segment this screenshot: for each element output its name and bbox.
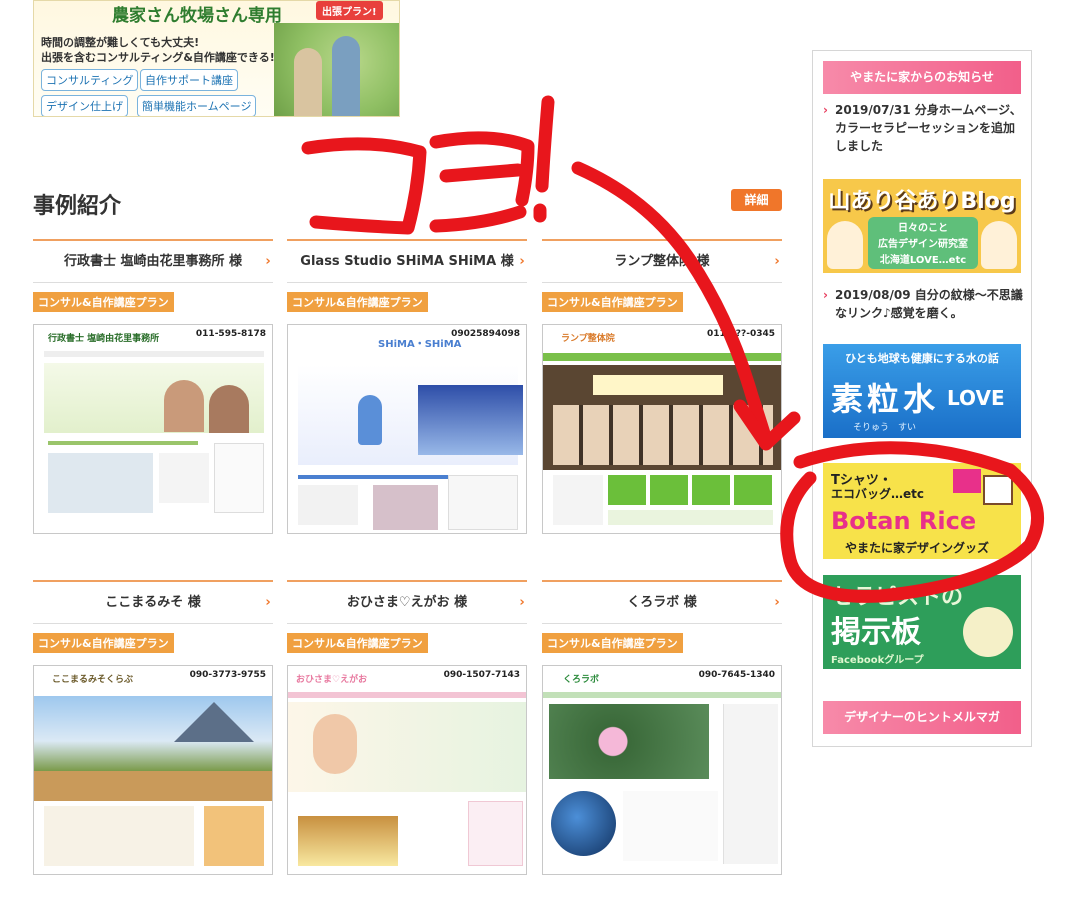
shot-site-title: SHiMA・SHiMA [378, 339, 462, 350]
botan-sub: やまたに家デザイングッズ [845, 541, 990, 555]
case-title[interactable]: ここまるみそ 様 › [33, 580, 273, 624]
blog-line1: 日々のこと [898, 223, 948, 234]
bag-icon [983, 475, 1013, 505]
botan-rice-banner[interactable]: Tシャツ・ エコバッグ…etc Botan Rice やまたに家デザイングッズ [823, 463, 1021, 559]
top-banner-tag: 出張プラン! [316, 1, 383, 20]
shot-site-title: ランプ整体院 [561, 334, 615, 344]
annotation-stroke [301, 137, 427, 235]
character-icon [963, 607, 1013, 657]
chevron-right-icon: › [265, 254, 271, 269]
details-button[interactable]: 詳細 [731, 189, 782, 211]
water-banner[interactable]: ひとも地球も健康にする水の話 素粒水 LOVE そりゅう すい [823, 344, 1021, 438]
news-heading: やまたに家からのお知らせ [823, 61, 1021, 94]
news-item[interactable]: › 2019/08/09 自分の紋様〜不思議なリンク♪感覚を磨く。 [823, 286, 1023, 322]
news-item[interactable]: › 2019/07/31 分身ホームページ、カラーセラピーセッションを追加しまし… [823, 101, 1023, 155]
tshirt-icon [953, 469, 981, 493]
character-left [827, 221, 863, 269]
mailmag-heading[interactable]: デザイナーのヒントメルマガ [823, 701, 1021, 734]
chevron-right-icon: › [519, 595, 525, 610]
chevron-right-icon: › [265, 595, 271, 610]
water-banner-top: ひとも地球も健康にする水の話 [845, 352, 999, 365]
blog-line3: 北海道LOVE…etc [879, 255, 967, 266]
plan-tag: コンサル&自作講座プラン [287, 633, 428, 653]
chevron-right-icon: › [823, 288, 828, 302]
plan-tag: コンサル&自作講座プラン [542, 633, 683, 653]
shot-site-title: 行政書士 塩崎由花里事務所 [48, 334, 160, 344]
section-title: 事例紹介 [33, 194, 122, 219]
chevron-right-icon: › [774, 595, 780, 610]
shot-phone: 090-1507-7143 [443, 670, 520, 680]
top-banner-line2: 出張を含むコンサルティング&自作講座できる! [41, 51, 275, 64]
case-title[interactable]: 行政書士 塩崎由花里事務所 様 › [33, 239, 273, 283]
case-title[interactable]: くろラボ 様 › [542, 580, 782, 624]
shot-site-title: ここまるみそくらぶ [52, 675, 134, 685]
sidebar: やまたに家からのお知らせ › 2019/07/31 分身ホームページ、カラーセラ… [812, 50, 1032, 747]
top-banner[interactable]: 農家さん牧場さん専用 出張プラン! 時間の調整が難しくても大丈夫! 出張を含むコ… [33, 0, 400, 117]
chevron-right-icon: › [519, 254, 525, 269]
shot-phone: 011-595-8178 [195, 329, 266, 339]
botan-title: Botan Rice [831, 507, 977, 535]
consulting-button[interactable]: コンサルティング [41, 69, 139, 91]
case-title[interactable]: おひさま♡えがお 様 › [287, 580, 527, 624]
chevron-right-icon: › [823, 103, 828, 117]
botan-top2: エコバッグ…etc [831, 487, 924, 501]
case-screenshot[interactable]: 行政書士 塩崎由花里事務所 011-595-8178 [33, 324, 273, 534]
case-title[interactable]: Glass Studio SHiMA SHiMA 様 › [287, 239, 527, 283]
blog-banner-title: 山あり谷ありBlog [828, 189, 1016, 214]
shot-site-title: おひさま♡えがお [296, 675, 368, 685]
blog-line2: 広告デザイン研究室 [878, 239, 968, 250]
farmers-photo [274, 23, 399, 116]
plan-tag: コンサル&自作講座プラン [33, 292, 174, 312]
shot-site-title: くろラボ [563, 675, 600, 685]
annotation-stroke [535, 95, 555, 193]
shot-phone: 011-2??-0345 [706, 329, 775, 339]
water-banner-reading: そりゅう すい [853, 423, 917, 433]
shot-phone: 090-7645-1340 [698, 670, 775, 680]
case-screenshot[interactable]: くろラボ 090-7645-1340 [542, 665, 782, 875]
case-screenshot[interactable]: ここまるみそくらぶ 090-3773-9755 [33, 665, 273, 875]
therapist-banner[interactable]: セラピストの 掲示板 Facebookグループ [823, 575, 1021, 669]
annotation-stroke [429, 131, 535, 233]
self-support-button[interactable]: 自作サポート講座 [140, 69, 238, 91]
top-banner-title: 農家さん牧場さん専用 [112, 6, 282, 26]
simple-homepage-button[interactable]: 簡単機能ホームページ [137, 95, 257, 116]
therapist-title2: 掲示板 [831, 615, 921, 650]
plan-tag: コンサル&自作講座プラン [33, 633, 174, 653]
blog-banner[interactable]: 山あり谷ありBlog 日々のこと 広告デザイン研究室 北海道LOVE…etc [823, 179, 1021, 273]
therapist-sub: Facebookグループ [831, 655, 924, 666]
chevron-right-icon: › [774, 254, 780, 269]
water-banner-title: 素粒水 [831, 380, 940, 418]
character-right [981, 221, 1017, 269]
case-screenshot[interactable]: ランプ整体院 011-2??-0345 [542, 324, 782, 534]
shot-phone: 090-3773-9755 [189, 670, 266, 680]
shot-phone: 09025894098 [451, 329, 520, 339]
plan-tag: コンサル&自作講座プラン [287, 292, 428, 312]
case-title[interactable]: ランプ整体院 様 › [542, 239, 782, 283]
case-screenshot[interactable]: おひさま♡えがお 090-1507-7143 [287, 665, 527, 875]
plan-tag: コンサル&自作講座プラン [542, 292, 683, 312]
design-finish-button[interactable]: デザイン仕上げ [41, 95, 128, 116]
case-screenshot[interactable]: SHiMA・SHiMA 09025894098 [287, 324, 527, 534]
water-banner-love: LOVE [947, 386, 1005, 410]
top-banner-line1: 時間の調整が難しくても大丈夫! [41, 36, 200, 49]
